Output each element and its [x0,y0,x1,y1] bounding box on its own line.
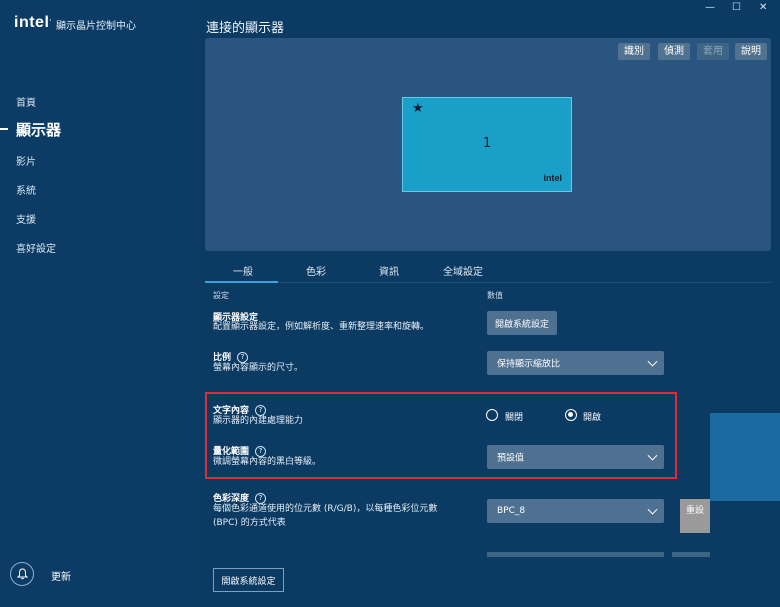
display-preview-panel: 識別 偵測 套用 說明 ★ 1 intel [205,38,771,251]
sidebar-item-support[interactable]: 支援 [16,211,36,226]
tab-global-settings[interactable]: 全域設定 [443,263,483,278]
identify-button[interactable]: 識別 [618,43,650,60]
scale-desc: 螢幕內容顯示的尺寸。 [213,363,304,373]
help-button[interactable]: 說明 [735,43,767,60]
tab-active-underline [205,281,278,283]
star-icon: ★ [412,101,424,116]
color-depth-value: BPC_8 [497,506,526,516]
update-label[interactable]: 更新 [51,568,71,583]
minimize-icon[interactable]: — [705,2,715,13]
display-settings-desc: 配置顯示器設定，例如解析度、重新整理速率和旋轉。 [213,322,430,332]
close-icon[interactable]: ✕ [759,2,767,13]
app-title: 顯示晶片控制中心 [56,21,136,32]
detect-button[interactable]: 偵測 [658,43,690,60]
sidebar-item-display[interactable]: 顯示器 [16,119,61,140]
sidebar-item-system[interactable]: 系統 [16,182,36,197]
highlight-box [205,392,677,479]
tab-info[interactable]: 資訊 [379,263,399,278]
open-system-settings-bottom-button[interactable]: 開啟系統設定 [213,568,284,592]
maximize-icon[interactable]: ☐ [732,2,741,13]
reset-button[interactable]: 重設 [680,499,710,533]
next-row-control [487,552,664,557]
bell-icon[interactable] [10,562,34,586]
color-depth-desc-2: (BPC) 的方式代表 [213,518,286,528]
sidebar-item-video[interactable]: 影片 [16,153,36,168]
apply-button[interactable]: 套用 [697,43,729,60]
open-system-settings-button[interactable]: 開啟系統設定 [487,311,557,335]
color-depth-select[interactable]: BPC_8 [487,499,664,523]
chevron-down-icon [647,504,658,515]
sidebar: intel. 顯示晶片控制中心 首頁 顯示器 影片 系統 支援 喜好設定 更新 [0,0,198,607]
column-header-setting: 設定 [213,291,229,300]
chevron-down-icon [647,356,658,367]
monitor-tile[interactable]: ★ 1 intel [402,97,572,192]
sidebar-item-home[interactable]: 首頁 [16,94,36,109]
monitor-brand: intel [543,173,562,183]
scale-select[interactable]: 保持顯示縮放比 [487,351,664,375]
page-title: 連接的顯示器 [206,21,285,36]
intel-logo: intel. [14,14,52,31]
side-panel-block [710,413,780,501]
sidebar-item-preferences[interactable]: 喜好設定 [16,240,56,255]
color-depth-desc-1: 每個色彩通道使用的位元數 (R/G/B)，以每種色彩位元數 [213,504,438,514]
monitor-number: 1 [483,136,492,151]
tab-color[interactable]: 色彩 [306,263,326,278]
next-row-control-2 [672,552,710,557]
scale-select-value: 保持顯示縮放比 [497,359,561,370]
tab-divider [205,282,771,283]
active-indicator [0,128,8,130]
tab-general[interactable]: 一般 [233,263,253,278]
column-header-value: 數值 [487,291,503,300]
